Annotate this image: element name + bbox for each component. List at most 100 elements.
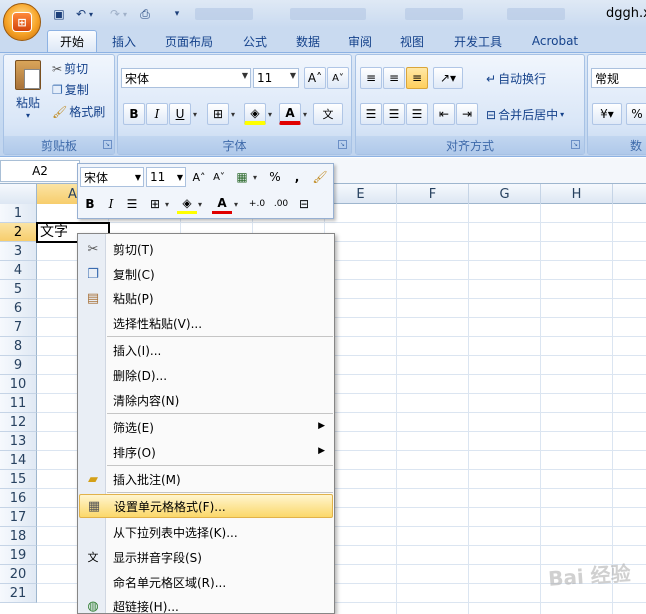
menu-item-insert-comment[interactable]: ▰ 插入批注(M) — [79, 467, 333, 491]
row-header[interactable]: 10 — [0, 375, 37, 394]
mini-grow-font-icon[interactable]: A˄ — [189, 167, 209, 187]
mini-merge-icon[interactable]: ⊟ — [294, 194, 314, 214]
save-icon[interactable]: ▣ — [50, 5, 68, 23]
menu-item-format-cells[interactable]: ▦ 设置单元格格式(F)... — [79, 494, 333, 518]
mini-font-color-icon[interactable]: A — [212, 194, 232, 214]
menu-item-sort[interactable]: 排序(O) ▶ — [79, 440, 333, 464]
align-right-icon[interactable]: ☰ — [406, 103, 428, 125]
menu-item-cut[interactable]: ✂ 剪切(T) — [79, 237, 333, 261]
column-header-i[interactable] — [613, 184, 646, 204]
row-header[interactable]: 9 — [0, 356, 37, 375]
row-header[interactable]: 20 — [0, 565, 37, 584]
format-painter-button[interactable]: 🖌 格式刷 — [52, 103, 105, 120]
bold-button[interactable]: B — [123, 103, 145, 125]
tab-home[interactable]: 开始 — [47, 30, 97, 52]
border-dropdown-icon[interactable]: ▾ — [231, 110, 235, 119]
tab-view[interactable]: 视图 — [392, 30, 432, 52]
redo-dropdown-icon[interactable]: ▾ — [120, 5, 130, 23]
mini-center-icon[interactable]: ☰ — [122, 194, 142, 214]
mini-font-combo[interactable]: 宋体 ▼ — [80, 167, 144, 187]
row-header[interactable]: 14 — [0, 451, 37, 470]
paste-button[interactable]: 粘贴 ▾ — [10, 60, 46, 130]
print-preview-icon[interactable]: ⎙ — [136, 5, 154, 23]
currency-icon[interactable]: ¥▾ — [592, 103, 622, 125]
tab-developer[interactable]: 开发工具 — [446, 30, 510, 52]
mini-increase-decimal-button[interactable]: +.0 — [246, 194, 268, 214]
mini-percent-button[interactable]: % — [265, 167, 285, 187]
cut-button[interactable]: ✂ 剪切 — [52, 60, 88, 77]
grow-font-icon[interactable]: A˄ — [304, 67, 326, 89]
increase-indent-icon[interactable]: ⇥ — [456, 103, 478, 125]
column-header-g[interactable]: G — [469, 184, 541, 204]
shrink-font-icon[interactable]: A˅ — [327, 67, 349, 89]
align-center-icon[interactable]: ☰ — [383, 103, 405, 125]
row-header[interactable]: 7 — [0, 318, 37, 337]
align-top-icon[interactable]: ≡ — [360, 67, 382, 89]
mini-fill-color-icon[interactable]: ◈ — [177, 194, 197, 214]
mini-shrink-font-icon[interactable]: A˅ — [209, 167, 229, 187]
mini-currency-icon[interactable]: ▦ — [232, 167, 252, 187]
tab-acrobat[interactable]: Acrobat — [524, 30, 586, 52]
font-name-combo[interactable]: 宋体 ▼ — [121, 68, 251, 88]
font-color-dropdown-icon[interactable]: ▾ — [303, 110, 307, 119]
font-color-icon[interactable]: A — [279, 103, 301, 125]
fill-color-icon[interactable]: ◈ — [244, 103, 266, 125]
menu-item-show-phonetic[interactable]: 文 显示拼音字段(S) — [79, 545, 333, 569]
mini-size-combo[interactable]: 11 ▼ — [146, 167, 186, 187]
mini-italic-button[interactable]: I — [101, 194, 121, 214]
mini-currency-dropdown-icon[interactable]: ▾ — [253, 173, 257, 182]
number-format-combo[interactable]: 常规 — [591, 68, 646, 88]
customize-quick-access-icon[interactable]: ▾ — [168, 5, 186, 23]
menu-item-paste[interactable]: ▤ 粘贴(P) — [79, 286, 333, 310]
column-header-f[interactable]: F — [397, 184, 469, 204]
mini-border-icon[interactable]: ⊞ — [145, 194, 165, 214]
percent-button[interactable]: % — [626, 103, 646, 125]
italic-button[interactable]: I — [146, 103, 168, 125]
row-header[interactable]: 18 — [0, 527, 37, 546]
row-header[interactable]: 4 — [0, 261, 37, 280]
orientation-icon[interactable]: ↗▾ — [433, 67, 463, 89]
wrap-text-button[interactable]: ↵ 自动换行 — [486, 70, 546, 87]
row-header[interactable]: 2 — [0, 223, 37, 242]
column-header-h[interactable]: H — [541, 184, 613, 204]
column-header-e[interactable]: E — [325, 184, 397, 204]
font-size-combo[interactable]: 11 ▼ — [253, 68, 299, 88]
underline-dropdown-icon[interactable]: ▾ — [193, 110, 197, 119]
mini-border-dropdown-icon[interactable]: ▾ — [165, 200, 169, 209]
tab-review[interactable]: 审阅 — [340, 30, 380, 52]
align-middle-icon[interactable]: ≡ — [383, 67, 405, 89]
row-header[interactable]: 21 — [0, 584, 37, 603]
select-all-corner[interactable] — [0, 184, 37, 204]
mini-format-painter-icon[interactable]: 🖌 — [310, 167, 330, 187]
menu-item-pick-from-list[interactable]: 从下拉列表中选择(K)... — [79, 520, 333, 544]
row-header[interactable]: 3 — [0, 242, 37, 261]
border-icon[interactable]: ⊞ — [207, 103, 229, 125]
row-header[interactable]: 15 — [0, 470, 37, 489]
fill-color-dropdown-icon[interactable]: ▾ — [268, 110, 272, 119]
copy-button[interactable]: ❐ 复制 — [52, 81, 89, 98]
row-header[interactable]: 8 — [0, 337, 37, 356]
menu-item-paste-special[interactable]: 选择性粘贴(V)... — [79, 311, 333, 335]
mini-font-color-dropdown-icon[interactable]: ▾ — [234, 200, 238, 209]
mini-bold-button[interactable]: B — [80, 194, 100, 214]
row-header[interactable]: 5 — [0, 280, 37, 299]
menu-item-define-name[interactable]: 命名单元格区域(R)... — [79, 570, 333, 594]
menu-item-hyperlink[interactable]: ◍ 超链接(H)... — [79, 594, 333, 614]
underline-button[interactable]: U — [169, 103, 191, 125]
menu-item-clear-contents[interactable]: 清除内容(N) — [79, 388, 333, 412]
office-button[interactable]: ⊞ — [3, 3, 41, 41]
tab-formulas[interactable]: 公式 — [235, 30, 275, 52]
menu-item-insert[interactable]: 插入(I)... — [79, 338, 333, 362]
decrease-indent-icon[interactable]: ⇤ — [433, 103, 455, 125]
row-header[interactable]: 12 — [0, 413, 37, 432]
row-header[interactable]: 16 — [0, 489, 37, 508]
tab-page-layout[interactable]: 页面布局 — [158, 30, 220, 52]
tab-data[interactable]: 数据 — [288, 30, 328, 52]
row-header[interactable]: 11 — [0, 394, 37, 413]
phonetic-icon[interactable]: 文 — [313, 103, 343, 125]
row-header[interactable]: 1 — [0, 204, 37, 223]
merge-center-button[interactable]: ⊟ 合并后居中 ▾ — [486, 106, 564, 123]
undo-dropdown-icon[interactable]: ▾ — [86, 5, 96, 23]
align-bottom-icon[interactable]: ≡ — [406, 67, 428, 89]
row-header[interactable]: 17 — [0, 508, 37, 527]
